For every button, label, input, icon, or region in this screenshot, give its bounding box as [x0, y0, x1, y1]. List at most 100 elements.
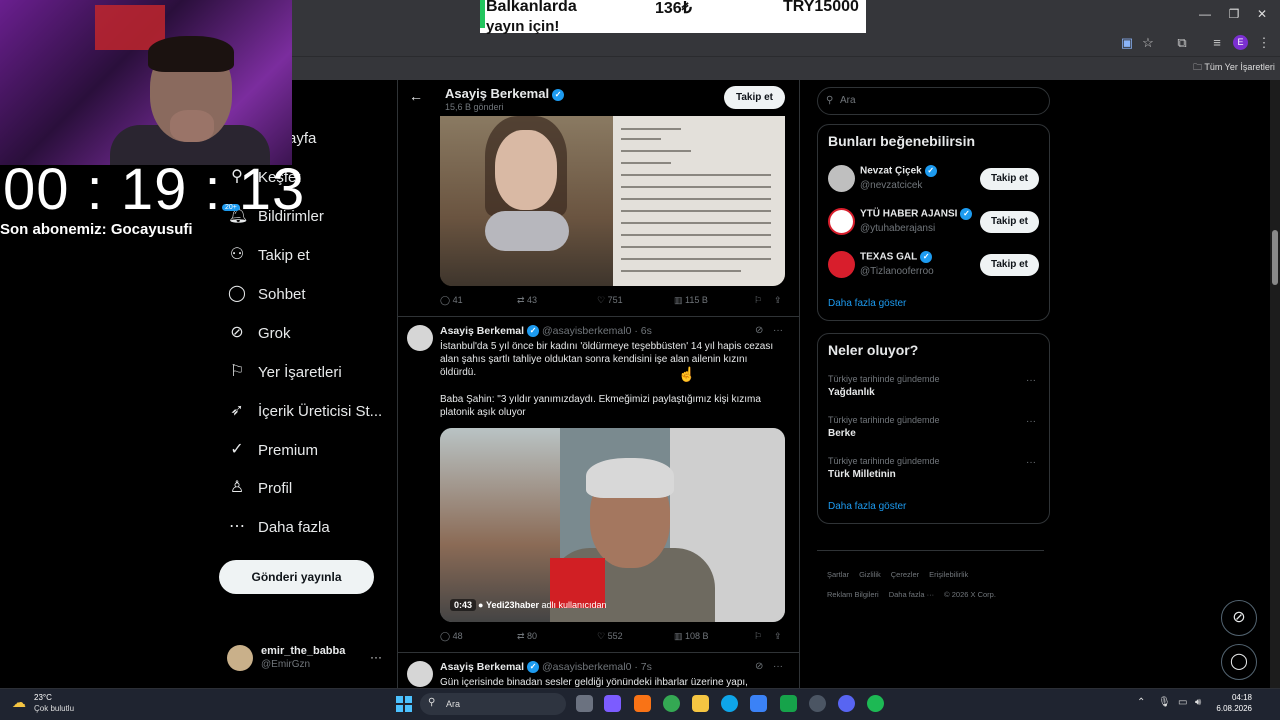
store-icon[interactable] [750, 695, 767, 712]
reading-list-icon[interactable]: ≡ [1209, 36, 1225, 50]
account-name[interactable]: emir_the_babba [261, 645, 345, 657]
microphone-icon[interactable]: 🎙︎ [1158, 697, 1171, 708]
tweet-more-icon[interactable]: ··· [773, 661, 783, 672]
trend-item[interactable]: Türk Milletinin [828, 469, 896, 480]
footer-link[interactable]: Gizlilik [859, 570, 881, 579]
footer-link[interactable]: Erişilebilirlik [929, 570, 968, 579]
bookmark-icon[interactable]: ⚐ [754, 295, 762, 306]
network-icon[interactable]: ▭ [1178, 697, 1187, 708]
account-avatar[interactable] [227, 645, 253, 671]
post-button[interactable]: Gönderi yayınla [219, 560, 374, 594]
trend-item[interactable]: Berke [828, 428, 856, 439]
last-subscriber-text: Son abonemiz: Gocayusufi [0, 221, 193, 238]
app-icon[interactable] [604, 695, 621, 712]
grok-explain-icon[interactable]: ⊘ [755, 325, 763, 336]
taskbar-time[interactable]: 04:18 [1218, 693, 1252, 702]
account-more-icon[interactable]: ··· [370, 650, 382, 664]
trends-show-more-link[interactable]: Daha fazla göster [828, 501, 906, 512]
back-arrow-icon[interactable]: ← [409, 88, 423, 104]
app-icon[interactable] [634, 695, 651, 712]
suggestion-avatar[interactable] [828, 251, 855, 278]
suggestion-name[interactable]: YTÜ HABER AJANSI ✓ [860, 208, 973, 220]
footer-link[interactable]: Çerezler [891, 570, 919, 579]
share-icon[interactable]: ⇪ [774, 295, 782, 306]
nav-item-grok[interactable]: ⊘ Grok [228, 319, 290, 347]
views-button[interactable]: ▥ 115 B [674, 295, 708, 306]
weather-temp[interactable]: 23°C [34, 693, 52, 702]
grok-fab-icon[interactable]: ⊘ [1221, 600, 1257, 636]
nav-item-more[interactable]: ⋯ Daha fazla [228, 513, 330, 541]
profile-avatar[interactable]: E [1233, 35, 1248, 50]
tweet3-author[interactable]: Asayiş Berkemal ✓ @asayisberkemal0 · 7s [440, 661, 652, 674]
trend-more-icon[interactable]: ··· [1026, 457, 1036, 468]
all-bookmarks-link[interactable]: 🗀 Tüm Yer İşaretleri [1193, 60, 1275, 76]
follow-button[interactable]: Takip et [724, 86, 785, 109]
task-view-icon[interactable] [576, 695, 593, 712]
spotify-icon[interactable] [867, 695, 884, 712]
tweet-more-icon[interactable]: ··· [773, 325, 783, 336]
star-icon[interactable]: ☆ [1140, 36, 1156, 50]
follow-button[interactable]: Takip et [980, 254, 1039, 276]
weather-cloud-icon[interactable]: ☁ [12, 694, 26, 711]
chrome-icon[interactable] [663, 695, 680, 712]
tray-chevron-icon[interactable]: ⌃ [1137, 697, 1145, 708]
install-app-icon[interactable]: ▣ [1119, 36, 1135, 50]
discord-icon[interactable] [838, 695, 855, 712]
minimize-button[interactable]: — [1191, 6, 1219, 22]
show-more-link[interactable]: Daha fazla göster [828, 298, 906, 309]
like-button[interactable]: ♡ 552 [597, 631, 623, 642]
reply-button[interactable]: ◯ 48 [440, 631, 463, 642]
tweet2-avatar[interactable] [407, 325, 433, 351]
tweet2-video[interactable]: 0:43 ● Yedi23haber adlı kullanıcıdan [440, 428, 785, 622]
footer-link[interactable]: Reklam Bilgileri [827, 590, 879, 599]
verified-badge-icon: ✓ [920, 251, 933, 263]
kebab-menu-icon[interactable]: ⋮ [1256, 36, 1272, 50]
suggestion-name[interactable]: TEXAS GAL ✓ [860, 251, 933, 263]
search-input[interactable]: Ara [817, 87, 1050, 115]
trend-item[interactable]: Yağdanlık [828, 387, 875, 398]
nav-item-creator-studio[interactable]: ➶ İçerik Üreticisi St... [228, 397, 382, 425]
trend-more-icon[interactable]: ··· [1026, 375, 1036, 386]
follow-button[interactable]: Takip et [980, 168, 1039, 190]
reply-button[interactable]: ◯ 41 [440, 295, 463, 306]
chat-fab-icon[interactable]: ◯ [1221, 644, 1257, 680]
tweet1-image[interactable] [440, 116, 785, 286]
bookmark-icon[interactable]: ⚐ [754, 631, 762, 642]
scrollbar-track[interactable] [1270, 80, 1280, 688]
taskbar-date[interactable]: 6.08.2026 [1212, 704, 1252, 713]
windows-start-icon[interactable] [396, 696, 412, 712]
trend-context: Türkiye tarihinde gündemde [828, 456, 940, 466]
footer-link[interactable]: Şartlar [827, 570, 849, 579]
like-button[interactable]: ♡ 751 [597, 295, 623, 306]
nav-item-premium[interactable]: ✓ Premium [228, 436, 318, 464]
weather-desc[interactable]: Çok bulutlu [34, 704, 74, 713]
obs-icon[interactable] [809, 695, 826, 712]
nav-item-follow[interactable]: ⚇ Takip et [228, 241, 310, 269]
nav-item-chat[interactable]: ◯ Sohbet [228, 280, 306, 308]
tweet3-avatar[interactable] [407, 661, 433, 687]
views-button[interactable]: ▥ 108 B [674, 631, 709, 642]
retweet-button[interactable]: ⇄ 43 [517, 295, 537, 306]
extensions-icon[interactable]: ⧉ [1174, 36, 1190, 50]
file-explorer-icon[interactable] [692, 695, 709, 712]
retweet-button[interactable]: ⇄ 80 [517, 631, 537, 642]
share-icon[interactable]: ⇪ [774, 631, 782, 642]
taskbar-search[interactable]: Ara [420, 693, 566, 715]
nav-item-bookmarks[interactable]: ⚐ Yer İşaretleri [228, 358, 342, 386]
close-button[interactable]: ✕ [1248, 6, 1276, 22]
footer-link[interactable]: Daha fazla ··· [889, 590, 934, 599]
suggestion-avatar[interactable] [828, 165, 855, 192]
suggestion-avatar[interactable] [828, 208, 855, 235]
follow-button[interactable]: Takip et [980, 211, 1039, 233]
edge-icon[interactable] [721, 695, 738, 712]
volume-icon[interactable]: 🔊︎ [1195, 697, 1201, 708]
xbox-icon[interactable] [780, 695, 797, 712]
trend-more-icon[interactable]: ··· [1026, 416, 1036, 427]
suggestion-name[interactable]: Nevzat Çiçek ✓ [860, 165, 937, 177]
scrollbar-thumb[interactable] [1272, 230, 1278, 285]
nav-item-profile[interactable]: ♙ Profil [228, 474, 292, 502]
video-attribution: ● Yedi23haber adlı kullanıcıdan [478, 600, 607, 610]
maximize-button[interactable]: ❐ [1220, 6, 1248, 22]
grok-explain-icon[interactable]: ⊘ [755, 661, 763, 672]
tweet2-author[interactable]: Asayiş Berkemal ✓ @asayisberkemal0 · 6s [440, 325, 652, 338]
